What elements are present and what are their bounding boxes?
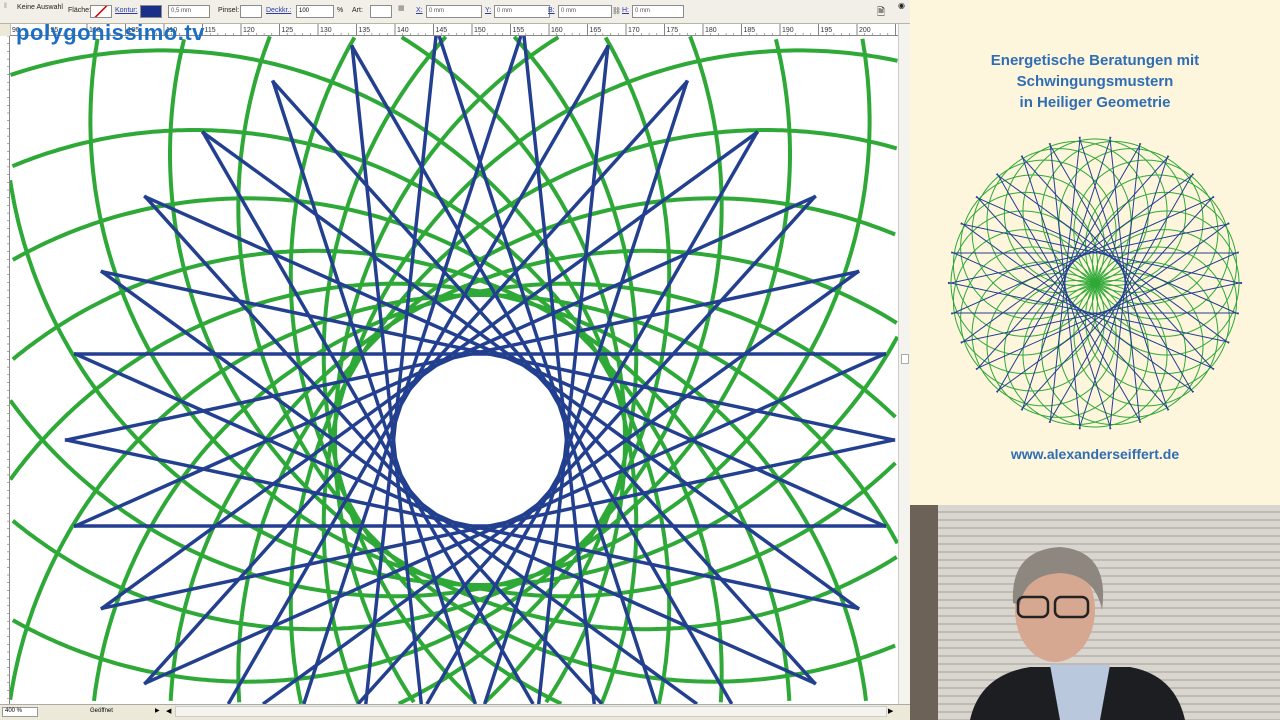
ruler-label: 170 xyxy=(628,27,640,34)
stroke-label[interactable]: Kontur: xyxy=(115,7,138,14)
webcam-video xyxy=(910,505,1280,720)
website-url[interactable]: www.alexanderseiffert.de xyxy=(910,446,1280,462)
ruler-label: 185 xyxy=(744,27,756,34)
brush-dropdown[interactable] xyxy=(240,5,262,18)
blue-star-line xyxy=(1078,136,1169,411)
blue-star-line xyxy=(995,173,1230,344)
toolbar-grip[interactable]: ‖ xyxy=(4,3,7,10)
ruler-label: 145 xyxy=(436,27,448,34)
blue-star-line xyxy=(960,222,1195,393)
ruler-label: 155 xyxy=(513,27,525,34)
y-label[interactable]: Y: xyxy=(485,7,491,14)
title-line: in Heiliger Geometrie xyxy=(1019,94,1171,111)
ruler-label: 175 xyxy=(667,27,679,34)
ruler-label: 195 xyxy=(821,27,833,34)
illustrator-window: ‖ Keine Auswahl Fläche: Kontur: 0,5 mm P… xyxy=(0,0,910,720)
x-label[interactable]: X: xyxy=(416,7,423,14)
width-label[interactable]: B: xyxy=(548,7,555,14)
blue-star-line xyxy=(1078,155,1169,430)
document-setup-icon[interactable]: 🗎 xyxy=(877,5,885,22)
ruler-label: 125 xyxy=(282,27,294,34)
horizontal-scrollbar[interactable] xyxy=(175,706,887,717)
blue-star-line xyxy=(995,222,1230,393)
panel-menu-icon[interactable]: ◉ xyxy=(898,1,905,10)
vertical-ruler[interactable] xyxy=(0,36,10,704)
style-dropdown[interactable] xyxy=(370,5,392,18)
scroll-thumb[interactable] xyxy=(901,354,909,364)
scroll-right-button[interactable]: ▶ xyxy=(888,707,893,715)
ruler-label: 190 xyxy=(782,27,794,34)
blue-star-line xyxy=(1021,155,1112,430)
panel-title: Energetische Beratungen mit Schwingungsm… xyxy=(910,50,1280,113)
opacity-unit: % xyxy=(337,7,344,14)
watermark-logo: polygonissimo.tv xyxy=(16,20,205,45)
ruler-label: 165 xyxy=(590,27,602,34)
link-icon[interactable]: ⛓ xyxy=(612,7,621,15)
y-field[interactable]: 0 mm xyxy=(494,5,550,18)
ruler-label: 135 xyxy=(359,27,371,34)
height-label[interactable]: H: xyxy=(622,7,629,14)
blue-star-line xyxy=(73,194,817,529)
blue-star-line xyxy=(1021,136,1112,411)
opacity-field[interactable]: 100 xyxy=(296,5,334,18)
ruler-label: 200 xyxy=(859,27,871,34)
scroll-left-button[interactable]: ◀ xyxy=(166,707,171,715)
presenter-figure xyxy=(910,505,1185,720)
blue-star-line xyxy=(960,173,1195,344)
opacity-label[interactable]: Deckkr.: xyxy=(266,7,291,14)
ruler-label: 150 xyxy=(474,27,486,34)
blue-star-line xyxy=(73,351,817,686)
width-field[interactable]: 0 mm xyxy=(558,5,612,18)
style-label: Art: xyxy=(352,7,363,14)
status-bar: 400 % Geöffnet ▶ ◀ ▶ xyxy=(0,704,910,718)
ruler-label: 140 xyxy=(397,27,409,34)
artboard-canvas[interactable] xyxy=(10,36,898,704)
status-arrow-icon[interactable]: ▶ xyxy=(155,707,160,714)
title-line: Energetische Beratungen mit xyxy=(990,52,1200,69)
reference-point-icon[interactable]: ▦ xyxy=(398,4,405,12)
vertical-scrollbar[interactable] xyxy=(898,24,910,704)
ruler-label: 160 xyxy=(551,27,563,34)
ruler-label: 115 xyxy=(205,27,216,34)
blue-star-line xyxy=(143,351,887,686)
x-field[interactable]: 0 mm xyxy=(426,5,482,18)
ruler-label: 130 xyxy=(320,27,332,34)
brush-label: Pinsel: xyxy=(218,7,240,14)
ruler-label: 180 xyxy=(705,27,717,34)
zoom-field[interactable]: 400 % xyxy=(2,707,38,717)
info-panel: Energetische Beratungen mit Schwingungsm… xyxy=(910,0,1280,505)
selection-status: Keine Auswahl xyxy=(17,4,63,11)
geometry-rosette xyxy=(947,136,1243,430)
stroke-width-field[interactable]: 0,5 mm xyxy=(168,5,210,18)
fill-label: Fläche: xyxy=(68,7,91,14)
title-line: Schwingungsmustern xyxy=(1016,73,1174,90)
ruler-label: 120 xyxy=(243,27,255,34)
height-field[interactable]: 0 mm xyxy=(632,5,684,18)
stroke-swatch[interactable] xyxy=(140,5,162,18)
fill-swatch[interactable] xyxy=(90,5,112,18)
green-circle xyxy=(236,36,896,684)
green-circle xyxy=(10,281,868,702)
blue-star-line xyxy=(143,194,887,529)
document-status[interactable]: Geöffnet xyxy=(90,708,113,714)
